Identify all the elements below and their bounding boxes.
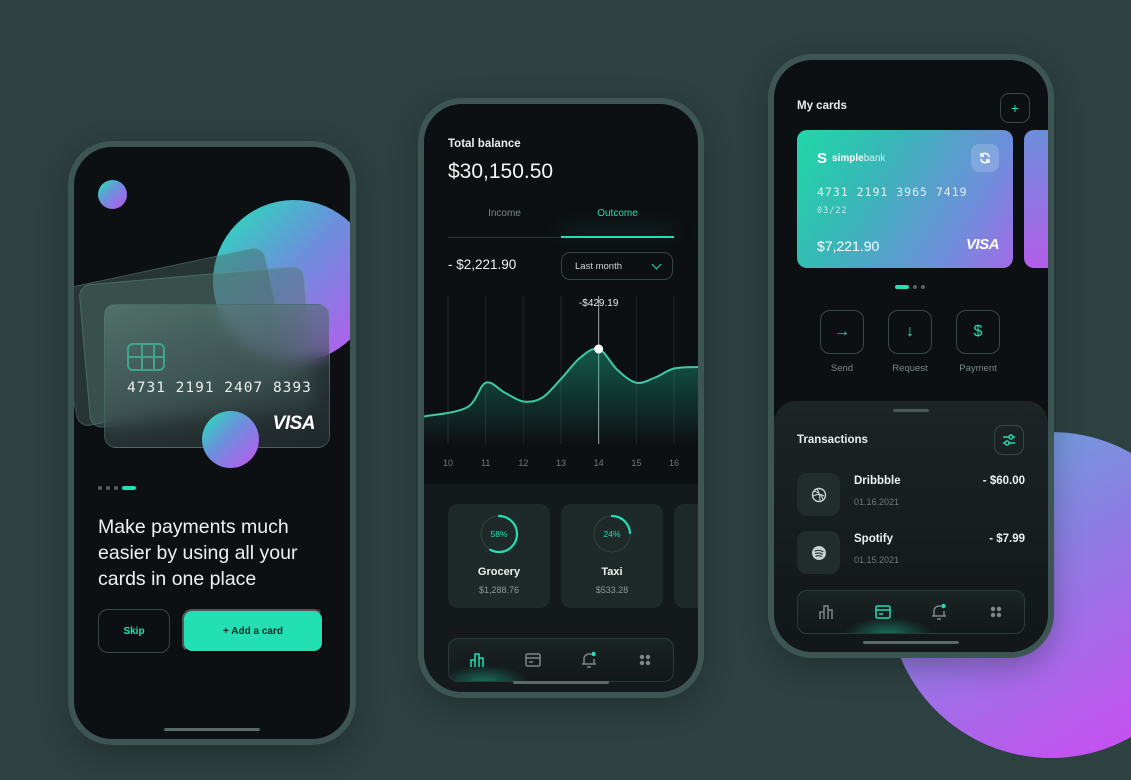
next-card-preview[interactable] [1024,130,1048,268]
dollar-icon: $ [956,310,1000,354]
chip-icon [127,343,165,371]
my-cards-screen: My cards + S simplebank 4731 2191 3965 7… [774,60,1048,652]
phone-my-cards: My cards + S simplebank 4731 2191 3965 7… [768,54,1054,658]
total-balance-value: $30,150.50 [448,160,554,183]
card-page-indicator [895,285,925,289]
category-name: Taxi [601,566,623,578]
card-number: 4731 2191 2407 8393 [127,380,312,396]
total-balance-label: Total balance [448,138,521,150]
send-action[interactable]: → Send [820,310,864,374]
chevron-down-icon [651,259,662,270]
highlight-label: -$429.19 [579,298,619,309]
category-amount: $533.28 [595,585,629,595]
active-tab-underline [561,236,674,238]
card-balance: $7,221.90 [817,238,880,254]
bottom-nav [448,638,674,682]
drag-handle[interactable] [893,409,929,412]
visa-logo: VISA [965,236,1000,253]
bank-name-light: bank [863,153,886,164]
decorative-orb-card [202,411,259,468]
transaction-amount: - $7.99 [989,533,1025,545]
outcome-value: - $2,221.90 [448,257,517,272]
category-card-partial[interactable] [674,504,698,608]
x-tick-label: 15 [631,458,641,468]
category-name: Grocery [477,566,521,578]
category-amount: $1,288.76 [478,585,520,595]
request-action[interactable]: ↓ Request [888,310,932,374]
decorative-orb-small [98,180,127,209]
home-indicator [513,681,609,684]
tab-income[interactable]: Income [448,208,561,219]
action-label: Request [892,363,928,374]
filter-button[interactable] [994,425,1024,455]
bell-icon[interactable] [579,650,599,670]
bottom-nav [797,590,1025,634]
bell-icon[interactable] [929,602,949,622]
grid-icon[interactable] [986,602,1006,622]
x-tick-label: 14 [594,458,604,468]
dribbble-icon [797,473,840,516]
category-card-grocery[interactable]: 58% Grocery $1,288.76 [448,504,550,608]
outcome-chart: 10 11 12 13 14 15 16 -$429.19 [424,296,698,468]
progress-ring [592,514,632,554]
transaction-row[interactable]: Spotify 01.15.2021 - $7.99 [797,531,1025,575]
tab-outcome[interactable]: Outcome [561,208,674,219]
dashboard-screen: Total balance $30,150.50 Income Outcome … [424,104,698,692]
x-tick-label: 12 [518,458,528,468]
transactions-title: Transactions [797,434,868,446]
transaction-name: Dribbble [854,475,901,487]
phone-dashboard: Total balance $30,150.50 Income Outcome … [418,98,704,698]
bank-logo: S simplebank [817,150,885,167]
card-expiry: 03/22 [817,206,848,216]
arrow-down-icon: ↓ [888,310,932,354]
add-card-button[interactable]: + Add a card [182,609,324,653]
category-card-taxi[interactable]: 24% Taxi $533.28 [561,504,663,608]
bank-name-bold: simple [832,153,864,164]
card-icon[interactable] [873,602,893,622]
home-indicator [164,728,260,731]
page-indicator [98,486,136,490]
spotify-icon [797,531,840,574]
highlight-point[interactable] [594,344,604,354]
transaction-amount: - $60.00 [982,475,1025,487]
x-tick-label: 10 [443,458,453,468]
tab-bar: Income Outcome [448,200,674,238]
bank-card[interactable]: S simplebank 4731 2191 3965 7419 03/22 $… [797,130,1013,268]
card-number: 4731 2191 3965 7419 [817,185,968,199]
transaction-name: Spotify [854,533,893,545]
arrow-right-icon: → [820,310,864,354]
simplebank-logo-icon: S [817,150,828,167]
transaction-date: 01.15.2021 [854,555,900,565]
period-select-value: Last month [575,260,622,272]
x-tick-label: 13 [556,458,566,468]
sync-icon[interactable] [971,144,999,172]
skip-button[interactable]: Skip [98,609,170,653]
home-indicator [863,641,959,644]
transaction-date: 01.16.2021 [854,497,900,507]
action-label: Payment [959,363,997,374]
card-icon[interactable] [523,650,543,670]
grid-icon[interactable] [635,650,655,670]
my-cards-title: My cards [797,100,847,112]
phone-onboarding: 4731 2191 2407 8393 VISA Make payments m… [68,141,356,745]
visa-logo: VISA [272,413,316,434]
add-card-button[interactable]: + [1000,93,1030,123]
quick-actions: → Send ↓ Request $ Payment [820,310,1000,374]
transaction-row[interactable]: Dribbble 01.16.2021 - $60.00 [797,473,1025,517]
progress-ring [479,514,519,554]
period-select[interactable]: Last month [561,252,673,280]
onboarding-screen: 4731 2191 2407 8393 VISA Make payments m… [74,147,350,739]
sliders-icon [1003,434,1015,446]
stats-icon[interactable] [467,650,487,670]
stats-icon[interactable] [816,602,836,622]
payment-action[interactable]: $ Payment [956,310,1000,374]
x-tick-label: 11 [481,458,490,468]
x-tick-label: 16 [669,458,679,468]
onboarding-headline: Make payments much easier by using all y… [98,516,298,590]
action-label: Send [830,363,854,374]
